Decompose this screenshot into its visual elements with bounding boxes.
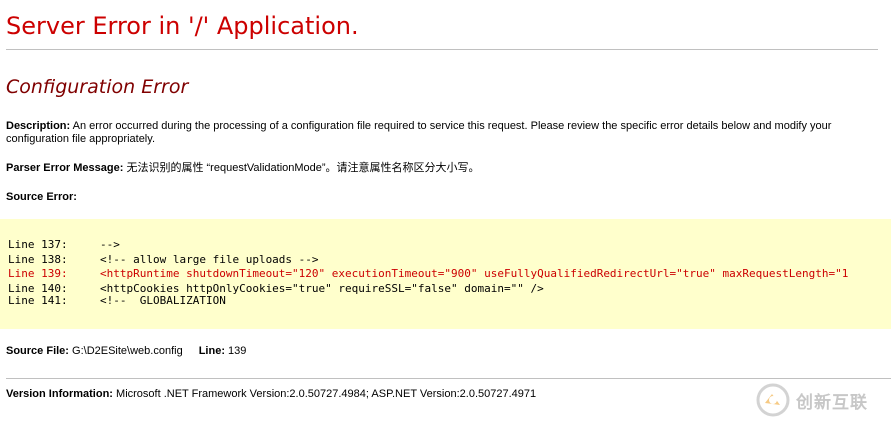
parser-error-text: 无法识别的属性 “requestValidationMode”。请注意属性名称区… bbox=[126, 162, 480, 174]
source-error-label: Source Error: bbox=[6, 191, 77, 203]
code-line-highlighted: Line 139: <httpRuntime shutdownTimeout="1… bbox=[8, 267, 848, 280]
version-text: Microsoft .NET Framework Version:2.0.507… bbox=[116, 388, 537, 400]
source-error-heading: Source Error: bbox=[6, 191, 77, 204]
error-subtitle: Configuration Error bbox=[6, 76, 189, 98]
parser-error-message: Parser Error Message: 无法识别的属性 “requestVa… bbox=[6, 162, 480, 175]
code-line: Line 141: <!-- GLOBALIZATION bbox=[8, 294, 226, 307]
source-file-label: Source File: bbox=[6, 345, 69, 357]
watermark: 创新互联 bbox=[756, 383, 886, 417]
line-number: Line 141: bbox=[8, 294, 68, 307]
description: Description: An error occurred during th… bbox=[6, 120, 866, 146]
line-code: --> bbox=[100, 238, 120, 251]
source-file-info: Source File: G:\D2ESite\web.config Line: … bbox=[6, 345, 246, 358]
description-label: Description: bbox=[6, 120, 71, 132]
footer-divider bbox=[6, 378, 891, 379]
source-file-path: G:\D2ESite\web.config bbox=[72, 345, 183, 357]
version-information: Version Information: Microsoft .NET Fram… bbox=[6, 388, 536, 401]
description-text: An error occurred during the processing … bbox=[6, 120, 832, 145]
line-number: Line 138: bbox=[8, 253, 68, 266]
line-label: Line: bbox=[198, 345, 225, 357]
line-code: <!-- allow large file uploads --> bbox=[100, 253, 319, 266]
watermark-text: 创新互联 bbox=[796, 392, 868, 413]
parser-error-label: Parser Error Message: bbox=[6, 162, 124, 174]
version-label: Version Information: bbox=[6, 388, 113, 400]
line-number: Line 139: bbox=[8, 267, 68, 280]
page-title: Server Error in '/' Application. bbox=[6, 12, 359, 40]
title-divider bbox=[6, 49, 878, 50]
code-line: Line 137: --> bbox=[8, 238, 120, 251]
source-code-box: Line 137: --> Line 138: <!-- allow large f… bbox=[0, 219, 891, 329]
line-value: 139 bbox=[228, 345, 247, 357]
line-code: <!-- GLOBALIZATION bbox=[100, 294, 226, 307]
code-line: Line 138: <!-- allow large file uploads -… bbox=[8, 253, 319, 266]
watermark-logo-icon bbox=[756, 383, 790, 417]
line-code: <httpRuntime shutdownTimeout="120" execu… bbox=[100, 267, 849, 280]
line-number: Line 137: bbox=[8, 238, 68, 251]
